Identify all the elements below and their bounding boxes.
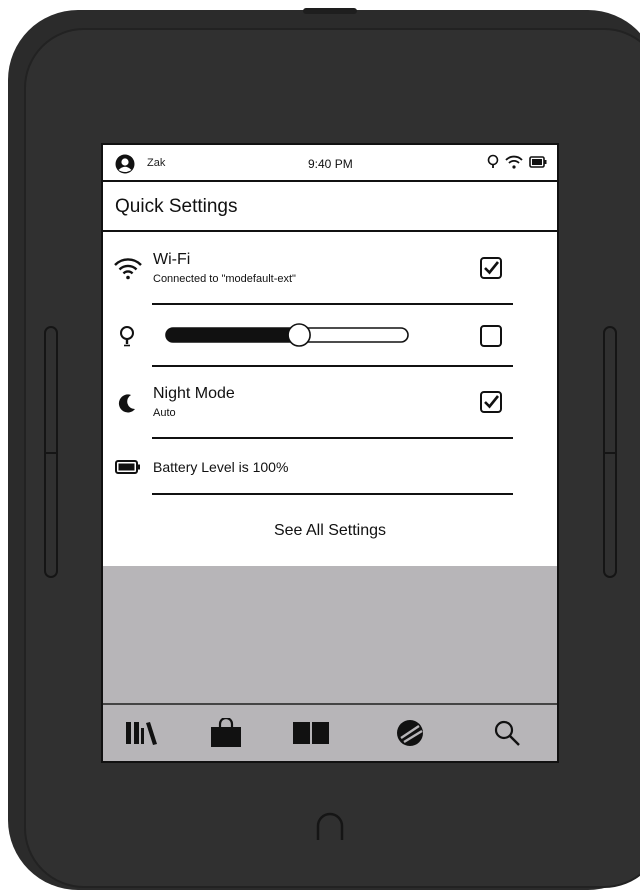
moon-icon (118, 394, 135, 413)
night-mode-title: Night Mode (153, 385, 235, 402)
library-icon (126, 722, 157, 745)
profile-avatar-icon[interactable] (115, 154, 135, 174)
page-turn-left-button[interactable] (44, 326, 58, 578)
brightness-slider[interactable] (165, 323, 409, 347)
title-divider (103, 230, 557, 232)
bottom-nav-bar (103, 703, 557, 761)
nav-shop[interactable] (206, 717, 246, 749)
night-mode-checkbox[interactable] (480, 391, 502, 413)
nav-reading[interactable] (291, 717, 331, 749)
status-icons (487, 154, 547, 170)
divider (152, 437, 513, 439)
divider (152, 493, 513, 495)
slider-knob (287, 323, 311, 347)
brightness-checkbox[interactable] (480, 325, 502, 347)
wifi-status-icon (505, 155, 523, 169)
checkmark-icon (484, 261, 500, 275)
page-turn-right-button[interactable] (603, 326, 617, 578)
search-icon (494, 720, 520, 746)
slider-fill (166, 328, 301, 342)
wifi-checkbox[interactable] (480, 257, 502, 279)
nav-library[interactable] (121, 717, 161, 749)
panel-title: Quick Settings (115, 196, 238, 217)
home-button[interactable] (314, 812, 346, 842)
lightbulb-icon (120, 326, 134, 347)
night-mode-subtitle: Auto (153, 407, 176, 419)
wifi-subtitle: Connected to "modefault-ext" (153, 273, 296, 285)
battery-icon (115, 460, 140, 474)
battery-text: Battery Level is 100% (153, 459, 289, 475)
see-all-settings-link[interactable]: See All Settings (103, 522, 557, 540)
open-book-icon (293, 722, 329, 744)
nav-search[interactable] (487, 717, 527, 749)
battery-status-icon (529, 156, 547, 168)
divider (152, 303, 513, 305)
nav-discover[interactable] (390, 717, 430, 749)
shop-bag-icon (211, 718, 241, 747)
wifi-icon (114, 258, 142, 280)
lightbulb-status-icon (487, 154, 499, 168)
wifi-title: Wi-Fi (153, 251, 191, 268)
checkmark-icon (484, 395, 500, 409)
divider (152, 365, 513, 367)
screen: Zak 9:40 PM Quick Settings Wi-Fi Connect… (101, 143, 559, 763)
clock: 9:40 PM (308, 157, 353, 171)
power-button[interactable] (303, 8, 357, 14)
status-bar: Zak 9:40 PM (103, 145, 557, 182)
user-name: Zak (147, 157, 166, 169)
discover-globe-icon (397, 720, 423, 746)
